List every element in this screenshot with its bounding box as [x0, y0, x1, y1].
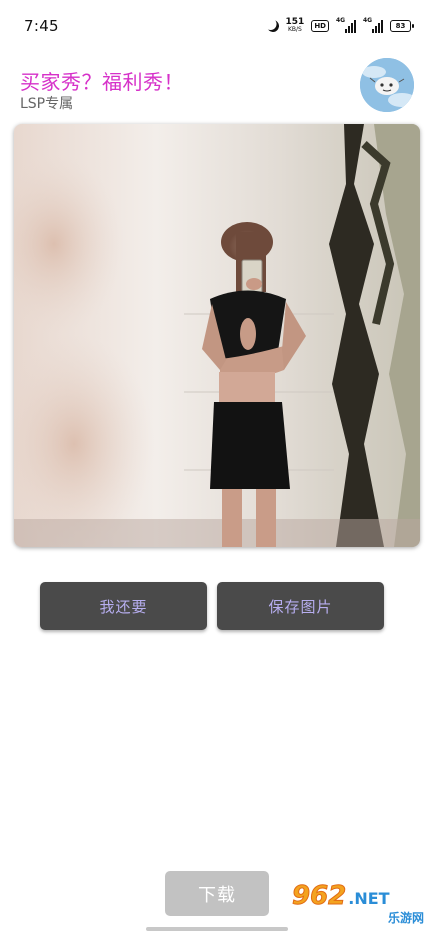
photo-image[interactable]: [14, 124, 420, 547]
page-subtitle: LSP专属: [20, 96, 74, 112]
save-image-button[interactable]: 保存图片: [217, 582, 384, 630]
signal-label: 4G: [363, 17, 373, 24]
watermark-cn: 乐游网: [387, 911, 424, 925]
home-indicator[interactable]: [146, 927, 288, 931]
signal-icon: 4G: [363, 17, 383, 33]
status-icons: 151 KB/S HD 4G 4G 83: [265, 17, 414, 34]
battery-level: 83: [395, 22, 406, 30]
network-speed-value: 151: [285, 17, 305, 27]
moon-icon: [265, 18, 280, 33]
site-watermark: 962 .NET 乐游网: [291, 881, 428, 928]
watermark-digits: 962: [291, 881, 347, 911]
more-button[interactable]: 我还要: [40, 582, 207, 630]
signal-icon: 4G: [336, 17, 356, 33]
avatar[interactable]: [360, 58, 414, 112]
download-button[interactable]: 下载: [165, 871, 269, 916]
network-speed: 151 KB/S: [286, 18, 305, 34]
app-screen: 7:45 151 KB/S HD 4G 4G 83 买家秀？福利秀！ LSP专属: [0, 0, 433, 932]
status-bar: 7:45 151 KB/S HD 4G 4G 83: [0, 0, 433, 52]
page-title: 买家秀？福利秀！: [20, 70, 184, 94]
network-speed-unit: KB/S: [287, 26, 302, 33]
watermark-net: .NET: [348, 889, 390, 908]
hd-icon: HD: [311, 20, 329, 32]
status-time: 7:45: [24, 17, 59, 35]
signal-label: 4G: [336, 17, 346, 24]
battery-icon: 83: [390, 20, 414, 32]
